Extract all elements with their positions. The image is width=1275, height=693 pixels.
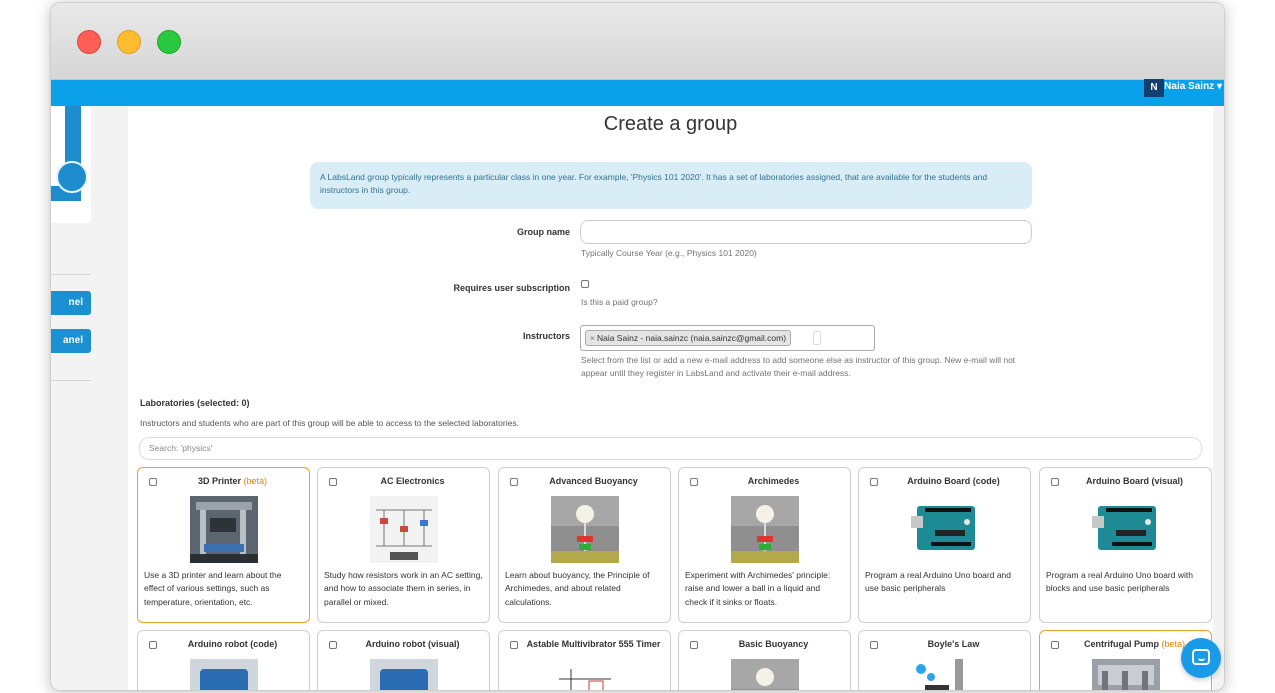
group-name-label: Group name: [516, 227, 570, 237]
lab-thumbnail-ac-electronics: [370, 496, 438, 563]
lab-thumbnail-boyles-law: [911, 659, 979, 690]
instructor-tag-label: Naia Sainz - naia.sainzc (naia.sainzc@gm…: [596, 333, 787, 343]
instructors-help: Select from the list or add a new e-mail…: [581, 355, 1016, 378]
lab-card-archimedes[interactable]: Archimedes Experiment with Archimedes' p…: [678, 467, 851, 623]
main-content: Create a group A LabsLand group typicall…: [128, 106, 1213, 690]
lab-card-advanced-buoyancy[interactable]: Advanced Buoyancy Learn about buoyancy, …: [498, 467, 671, 623]
lab-description: Program a real Arduino Uno board with bl…: [1046, 570, 1193, 594]
minimize-window-button[interactable]: [117, 30, 141, 54]
lab-thumbnail-arduino-board-visual: [1092, 496, 1160, 563]
lab-checkbox[interactable]: [510, 641, 518, 649]
lab-title: 3D Printer (beta): [197, 476, 268, 486]
lab-title: AC Electronics: [380, 476, 445, 486]
laboratories-heading: Laboratories (selected: 0): [140, 398, 250, 408]
window-titlebar: [51, 3, 1224, 80]
chevron-down-icon: ▾: [1216, 81, 1222, 92]
chat-icon: [1192, 649, 1210, 665]
lab-checkbox[interactable]: [690, 641, 698, 649]
lab-thumbnail-3d-printer: [190, 496, 258, 563]
lab-thumbnail-archimedes: [731, 496, 799, 563]
lab-description: Study how resistors work in an AC settin…: [324, 570, 483, 607]
browser-window: N Naia Sainz ▾ nel anel Create a group A…: [50, 2, 1225, 691]
lab-checkbox[interactable]: [510, 478, 518, 486]
lab-description: Program a real Arduino Uno board and use…: [865, 570, 1012, 594]
sidebar-divider: [51, 380, 91, 381]
lab-card-arduino-board-code[interactable]: Arduino Board (code) Program a real Ardu…: [858, 467, 1031, 623]
lab-title: Basic Buoyancy: [738, 639, 809, 649]
lab-checkbox[interactable]: [329, 641, 337, 649]
lab-checkbox[interactable]: [1051, 641, 1059, 649]
lab-thumbnail-basic-buoyancy: [731, 659, 799, 690]
lab-checkbox[interactable]: [149, 478, 157, 486]
lab-title: Arduino Board (code): [907, 476, 1000, 486]
user-name: Naia Sainz: [1164, 81, 1215, 92]
instructors-select[interactable]: × Naia Sainz - naia.sainzc (naia.sainzc@g…: [580, 325, 875, 351]
top-navbar: [51, 80, 1224, 106]
instructors-label: Instructors: [522, 331, 570, 341]
select-search-field[interactable]: [813, 331, 821, 345]
lab-checkbox[interactable]: [1051, 478, 1059, 486]
lab-description: Use a 3D printer and learn about the eff…: [144, 570, 282, 607]
subscription-help: Is this a paid group?: [581, 297, 658, 307]
labsland-logo: [51, 106, 91, 223]
lab-thumbnail-advanced-buoyancy: [551, 496, 619, 563]
maximize-window-button[interactable]: [157, 30, 181, 54]
lab-title: Arduino Board (visual): [1085, 476, 1183, 486]
lab-checkbox[interactable]: [870, 478, 878, 486]
user-avatar[interactable]: N: [1144, 79, 1164, 97]
chat-launcher-button[interactable]: [1181, 638, 1221, 678]
close-window-button[interactable]: [77, 30, 101, 54]
lab-checkbox[interactable]: [870, 641, 878, 649]
instructor-tag: × Naia Sainz - naia.sainzc (naia.sainzc@g…: [585, 330, 792, 346]
info-alert: A LabsLand group typically represents a …: [310, 162, 1032, 209]
lab-thumbnail-centrifugal-pump: [1092, 659, 1160, 690]
lab-checkbox[interactable]: [149, 641, 157, 649]
page-title: Create a group: [603, 113, 738, 135]
lab-card-3d-printer[interactable]: 3D Printer (beta) Use a 3D printer and l…: [137, 467, 310, 623]
lab-title: Advanced Buoyancy: [549, 476, 638, 486]
sidebar-panel-button[interactable]: nel: [51, 291, 91, 315]
remove-tag-icon[interactable]: ×: [590, 333, 595, 343]
lab-thumbnail-arduino-board-code: [911, 496, 979, 563]
lab-description: Experiment with Archimedes' principle: r…: [685, 570, 831, 607]
lab-checkbox[interactable]: [329, 478, 337, 486]
lab-card-ac-electronics[interactable]: AC Electronics Study how resistors work …: [317, 467, 490, 623]
lab-card-astable-multivibrator[interactable]: Astable Multivibrator 555 Timer: [498, 630, 671, 690]
sidebar-panel-button[interactable]: anel: [51, 329, 91, 353]
lab-card-arduino-robot-visual[interactable]: Arduino robot (visual): [317, 630, 490, 690]
lab-title: Astable Multivibrator 555 Timer: [526, 639, 661, 649]
lab-title: Boyle's Law: [927, 639, 980, 649]
group-name-help: Typically Course Year (e.g., Physics 101…: [581, 248, 757, 258]
subscription-label: Requires user subscription: [453, 283, 570, 293]
lab-thumbnail-astable-multivibrator: [551, 659, 619, 690]
sidebar-divider: [51, 274, 91, 275]
user-menu[interactable]: Naia Sainz ▾: [1164, 80, 1222, 94]
lab-checkbox[interactable]: [690, 478, 698, 486]
sidebar: nel anel: [51, 106, 128, 690]
lab-card-arduino-board-visual[interactable]: Arduino Board (visual) Program a real Ar…: [1039, 467, 1212, 623]
lab-title: Arduino robot (visual): [365, 639, 460, 649]
lab-card-arduino-robot-code[interactable]: Arduino robot (code): [137, 630, 310, 690]
laboratory-search-input[interactable]: Search: 'physics': [139, 437, 1202, 460]
lab-title: Archimedes: [747, 476, 800, 486]
lab-thumbnail-arduino-robot-visual: [370, 659, 438, 690]
lab-card-boyles-law[interactable]: Boyle's Law: [858, 630, 1031, 690]
lab-thumbnail-arduino-robot-code: [190, 659, 258, 690]
subscription-checkbox[interactable]: [581, 280, 589, 288]
group-name-input[interactable]: [580, 220, 1032, 244]
lab-title: Arduino robot (code): [187, 639, 278, 649]
lab-description: Learn about buoyancy, the Principle of A…: [505, 570, 650, 607]
lab-card-basic-buoyancy[interactable]: Basic Buoyancy: [678, 630, 851, 690]
laboratories-help: Instructors and students who are part of…: [140, 418, 519, 428]
